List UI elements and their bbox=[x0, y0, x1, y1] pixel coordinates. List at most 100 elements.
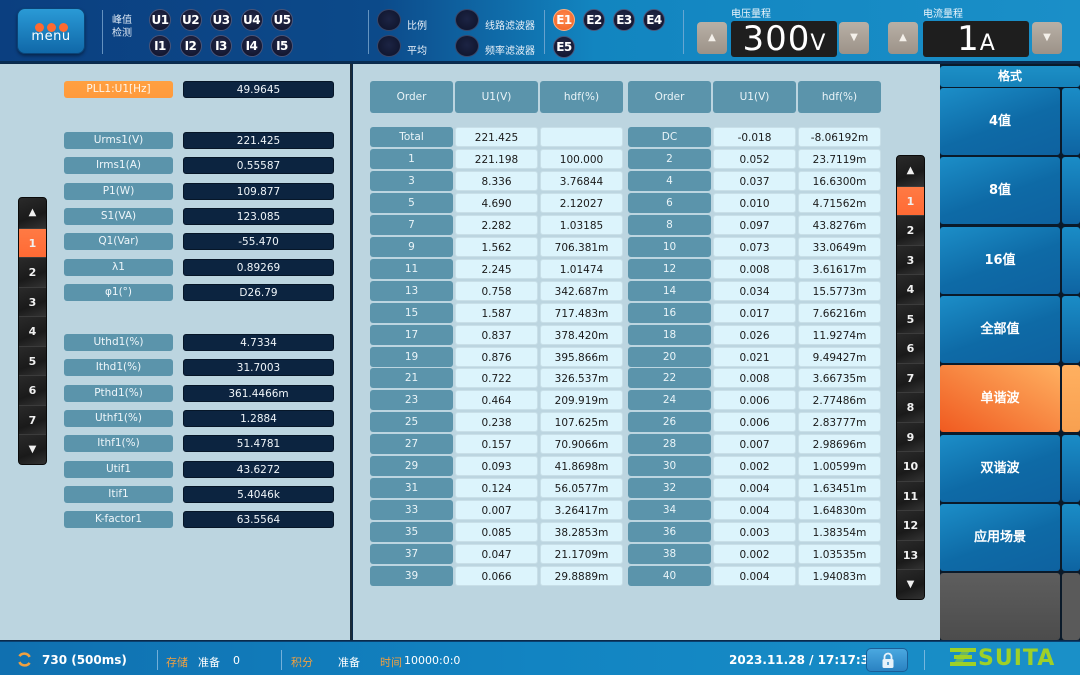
param-row: Ithd1(%) 31.7003 bbox=[64, 359, 334, 377]
datetime: 2023.11.28 / 17:17:39 bbox=[729, 653, 878, 667]
value-cell: 395.866m bbox=[540, 346, 623, 367]
format-option-button[interactable]: 全部值 bbox=[940, 295, 1060, 363]
param-label[interactable]: Urms1(V) bbox=[64, 132, 173, 149]
divider bbox=[281, 650, 282, 670]
page-button-13[interactable]: 13 bbox=[897, 539, 924, 569]
format-option-button[interactable]: 4值 bbox=[940, 88, 1060, 155]
scroll-up-button[interactable]: ▲ bbox=[897, 156, 924, 186]
param-row: Uthd1(%) 4.7334 bbox=[64, 334, 334, 351]
channel-button-u1[interactable]: U1 bbox=[149, 9, 171, 31]
param-label[interactable]: Irms1(A) bbox=[64, 157, 173, 175]
page-button-11[interactable]: 11 bbox=[897, 480, 924, 510]
channel-button-i2[interactable]: I2 bbox=[179, 35, 202, 57]
element-button-e5[interactable]: E5 bbox=[553, 36, 575, 58]
page-button-7[interactable]: 7 bbox=[19, 404, 46, 434]
param-label[interactable]: Uthd1(%) bbox=[64, 334, 173, 351]
param-label[interactable]: S1(VA) bbox=[64, 207, 173, 225]
voltage-range-down-button[interactable]: ▼ bbox=[839, 22, 869, 54]
element-button-e1[interactable]: E1 bbox=[553, 9, 575, 31]
format-option-button[interactable]: 双谐波 bbox=[940, 434, 1060, 502]
order-cell: 11 bbox=[370, 258, 453, 279]
channel-button-u2[interactable]: U2 bbox=[179, 9, 202, 31]
format-option-button[interactable]: 16值 bbox=[940, 226, 1060, 294]
page-button-8[interactable]: 8 bbox=[897, 392, 924, 422]
order-cell: 26 bbox=[628, 412, 711, 433]
param-label[interactable]: Ithf1(%) bbox=[64, 435, 173, 453]
current-range-up-button[interactable]: ▲ bbox=[888, 22, 918, 54]
left-page-scroller: ▲ 1 2 3 4 5 6 7 ▼ bbox=[18, 197, 47, 465]
element-button-e4[interactable]: E4 bbox=[643, 9, 665, 31]
menu-side-tab bbox=[1062, 88, 1080, 155]
page-button-3[interactable]: 3 bbox=[897, 244, 924, 274]
freq-filter-toggle[interactable] bbox=[455, 35, 479, 57]
harmonic-table-panel: Order U1(V) hdf(%) Order U1(V) hdf(%) Total 221… bbox=[353, 64, 940, 640]
page-button-9[interactable]: 9 bbox=[897, 421, 924, 451]
channel-button-i5[interactable]: I5 bbox=[271, 35, 293, 57]
value-cell: 2.282 bbox=[455, 214, 538, 235]
param-label[interactable]: Uthf1(%) bbox=[64, 409, 173, 427]
order-cell: 13 bbox=[370, 280, 453, 301]
page-button-1[interactable]: 1 bbox=[897, 185, 924, 215]
scroll-down-button[interactable]: ▼ bbox=[19, 434, 46, 464]
ratio-toggle[interactable] bbox=[377, 9, 401, 31]
page-button-7[interactable]: 7 bbox=[897, 362, 924, 392]
order-cell: 33 bbox=[370, 500, 453, 521]
current-range-down-button[interactable]: ▼ bbox=[1032, 22, 1062, 54]
order-cell: 5 bbox=[370, 192, 453, 213]
average-toggle[interactable] bbox=[377, 35, 401, 57]
voltage-range-up-button[interactable]: ▲ bbox=[697, 22, 727, 54]
page-button-3[interactable]: 3 bbox=[19, 286, 46, 316]
channel-button-i3[interactable]: I3 bbox=[210, 35, 232, 57]
param-label[interactable]: Itif1 bbox=[64, 485, 173, 503]
param-label[interactable]: Q1(Var) bbox=[64, 233, 173, 251]
value-cell: 107.625m bbox=[540, 412, 623, 433]
lock-button[interactable] bbox=[866, 648, 908, 672]
value-cell: 7.66216m bbox=[798, 302, 881, 323]
current-range-title: 电流量程 bbox=[923, 9, 963, 20]
param-label[interactable]: Utif1 bbox=[64, 460, 173, 478]
page-button-1[interactable]: 1 bbox=[19, 227, 46, 257]
page-button-5[interactable]: 5 bbox=[897, 303, 924, 333]
param-value: -55.470 bbox=[183, 233, 334, 251]
param-value: 109.877 bbox=[183, 182, 334, 200]
element-button-e3[interactable]: E3 bbox=[613, 9, 635, 31]
param-label[interactable]: Ithd1(%) bbox=[64, 359, 173, 377]
param-label[interactable]: P1(W) bbox=[64, 182, 173, 200]
page-button-6[interactable]: 6 bbox=[897, 333, 924, 363]
format-option-button[interactable]: 8值 bbox=[940, 157, 1060, 225]
order-cell: 30 bbox=[628, 456, 711, 477]
param-label[interactable]: φ1(°) bbox=[64, 283, 173, 301]
format-option-button[interactable]: 应用场景 bbox=[940, 503, 1060, 571]
pll-label[interactable]: PLL1:U1[Hz] bbox=[64, 81, 173, 98]
page-button-2[interactable]: 2 bbox=[19, 257, 46, 287]
element-button-e2[interactable]: E2 bbox=[583, 9, 605, 31]
line-filter-toggle[interactable] bbox=[455, 9, 479, 31]
scroll-down-button[interactable]: ▼ bbox=[897, 569, 924, 599]
page-button-6[interactable]: 6 bbox=[19, 375, 46, 405]
column-header: U1(V) bbox=[713, 81, 796, 113]
param-label[interactable]: Pthd1(%) bbox=[64, 384, 173, 402]
page-button-2[interactable]: 2 bbox=[897, 215, 924, 245]
channel-button-i1[interactable]: I1 bbox=[149, 35, 171, 57]
param-label[interactable]: λ1 bbox=[64, 258, 173, 276]
page-button-4[interactable]: 4 bbox=[897, 274, 924, 304]
channel-button-u4[interactable]: U4 bbox=[240, 9, 263, 31]
scroll-up-button[interactable]: ▲ bbox=[19, 198, 46, 228]
page-button-4[interactable]: 4 bbox=[19, 316, 46, 346]
page-button-5[interactable]: 5 bbox=[19, 345, 46, 375]
channel-button-u3[interactable]: U3 bbox=[210, 9, 232, 31]
param-label[interactable]: K-factor1 bbox=[64, 511, 173, 529]
page-button-10[interactable]: 10 bbox=[897, 451, 924, 481]
menu-button[interactable]: menu bbox=[17, 8, 85, 54]
time-value: 10000:0:0 bbox=[404, 654, 461, 667]
order-cell: 21 bbox=[370, 368, 453, 389]
measurement-panel: PLL1:U1[Hz] 49.9645 Urms1(V) 221.425 Irms1… bbox=[0, 64, 352, 640]
page-button-12[interactable]: 12 bbox=[897, 510, 924, 540]
format-option-button[interactable]: 单谐波 bbox=[940, 365, 1060, 433]
ratio-label: 比例 bbox=[407, 21, 427, 32]
channel-button-i4[interactable]: I4 bbox=[240, 35, 263, 57]
line-filter-label: 线路滤波器 bbox=[485, 21, 535, 32]
brand-name: SUITA bbox=[978, 646, 1056, 671]
channel-button-u5[interactable]: U5 bbox=[271, 9, 293, 31]
menu-side-tab bbox=[1062, 573, 1080, 640]
